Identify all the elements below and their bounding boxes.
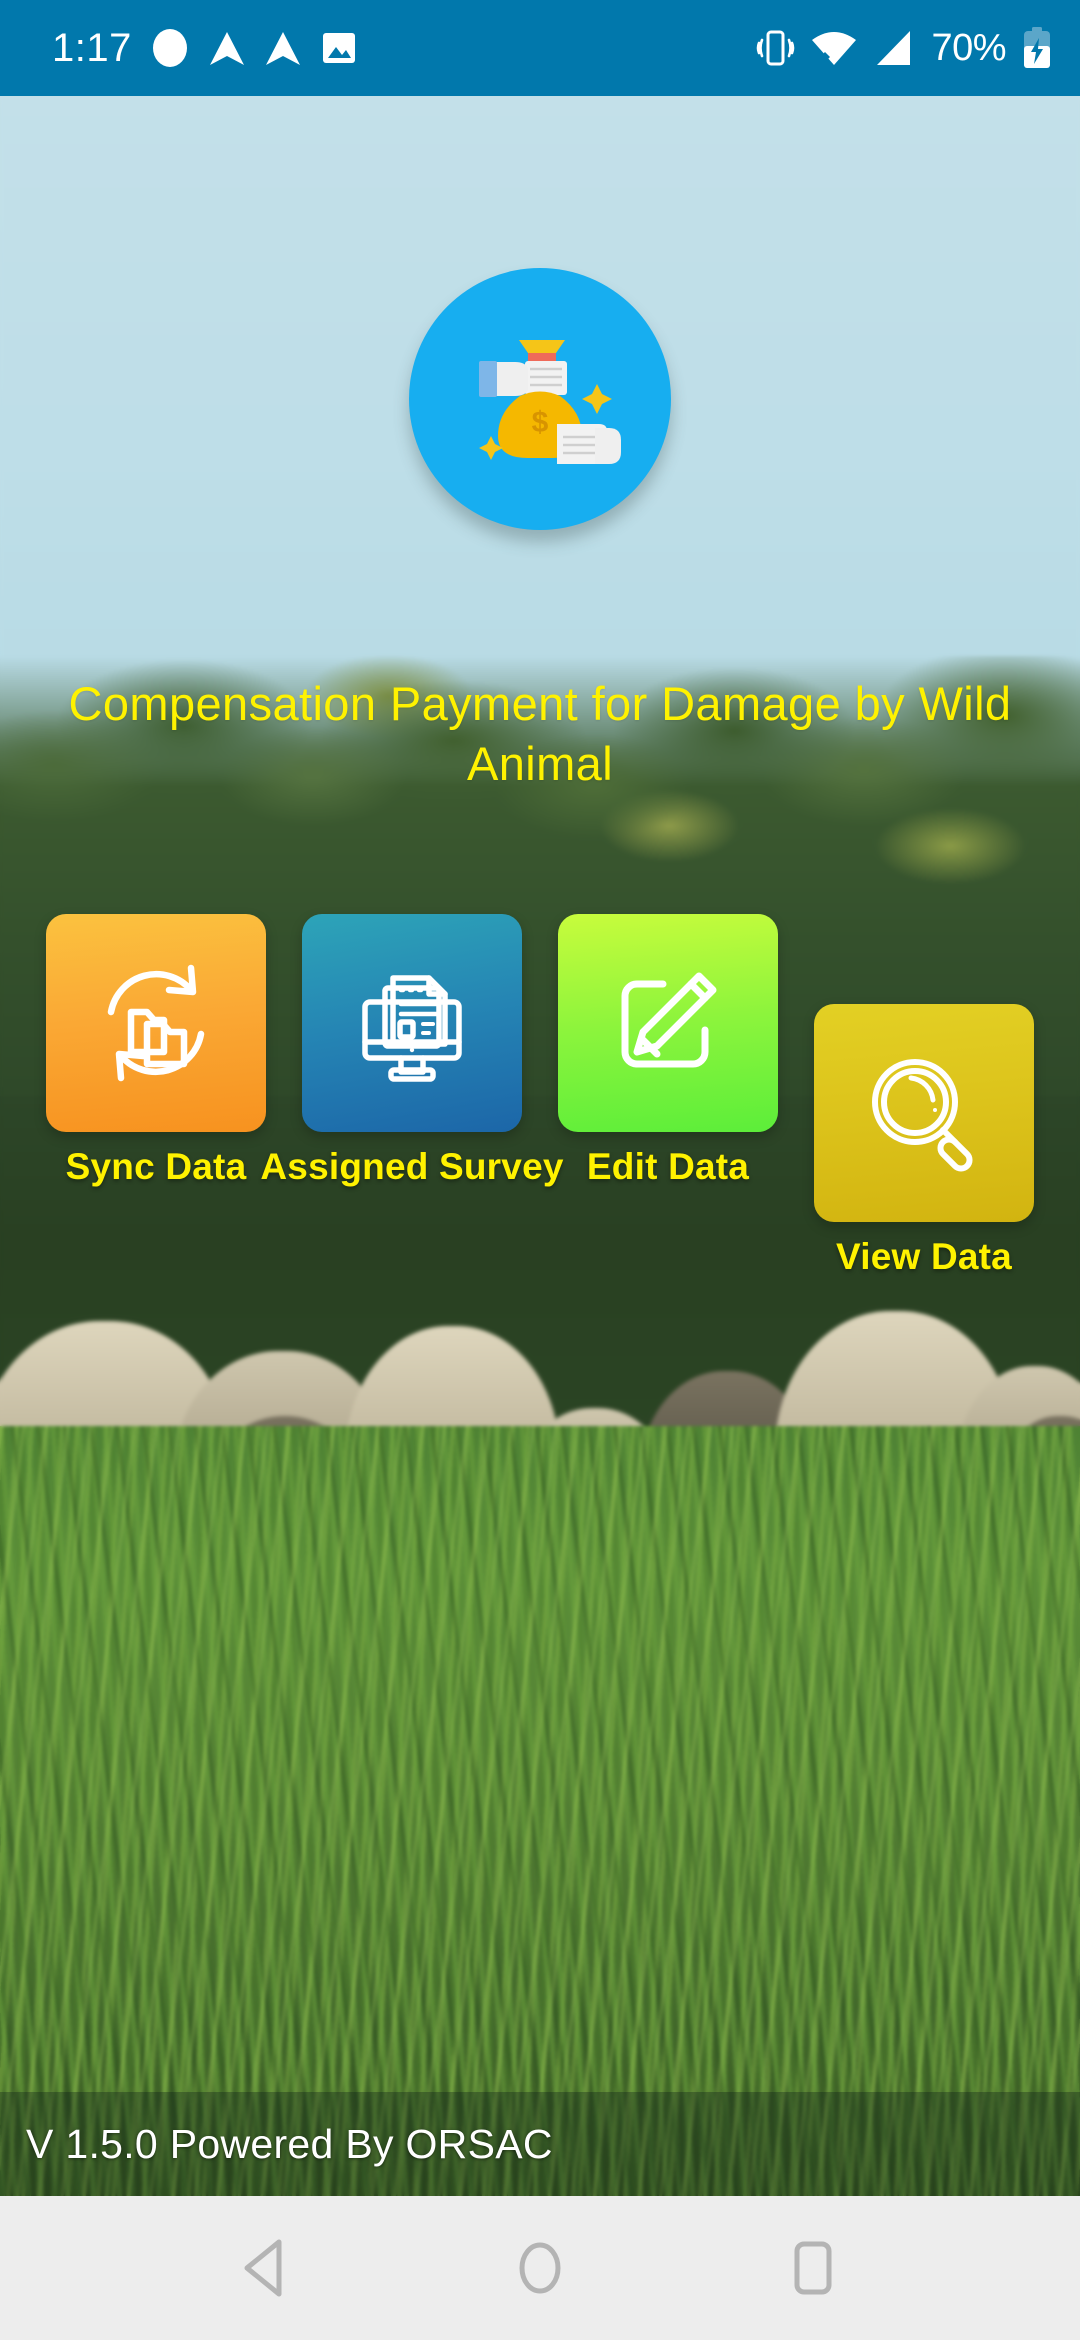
assigned-survey-button[interactable] <box>302 914 522 1132</box>
view-data-button[interactable] <box>814 1004 1034 1222</box>
money-exchange-hands-icon: $ <box>479 340 621 464</box>
status-clock: 1:17 <box>52 26 132 70</box>
edit-data-label: Edit Data <box>586 1146 750 1187</box>
page-title: Compensation Payment for Damage by Wild … <box>68 677 1012 790</box>
circle-home-icon <box>519 2242 561 2294</box>
battery-charging-icon <box>1024 27 1050 68</box>
back-button[interactable] <box>219 2220 315 2316</box>
wifi-icon <box>812 32 857 65</box>
sync-data-label: Sync Data <box>65 1146 247 1187</box>
app-logo: $ <box>409 268 671 530</box>
status-bar-right: 70% <box>755 26 1052 70</box>
vibrate-icon <box>757 30 795 66</box>
status-bar-left: 1:17 <box>52 28 358 68</box>
version-credit-label: V 1.5.0 Powered By ORSAC <box>26 2120 553 2167</box>
tile-cell-view-data: View Data <box>813 1004 1035 1278</box>
pencil-edit-square-icon <box>621 972 717 1068</box>
circle-notification-icon <box>152 29 187 67</box>
square-recents-icon <box>794 2241 832 2295</box>
navigation-arrow-icon <box>209 32 244 65</box>
footer-bar: V 1.5.0 Powered By ORSAC <box>0 2092 1080 2196</box>
tile-cell-sync-data: Sync Data <box>45 914 267 1278</box>
magnifying-glass-icon <box>872 1059 973 1172</box>
app-screen: 1:17 70% $ Compensation Payment for Dama… <box>0 0 1080 2340</box>
cellular-signal-icon <box>877 31 911 65</box>
image-notification-icon <box>322 33 355 63</box>
tile-cell-edit-data: Edit Data <box>557 914 779 1278</box>
tile-cell-assigned-survey: Assigned Survey <box>260 914 563 1278</box>
home-button[interactable] <box>492 2220 588 2316</box>
monitor-document-icon <box>362 975 462 1082</box>
recents-button[interactable] <box>765 2220 861 2316</box>
navigation-arrow-icon <box>265 32 300 65</box>
app-logo-container: $ <box>0 268 1080 530</box>
action-tile-grid: Sync Data Assigned Survey Edit Data View… <box>0 914 1080 1306</box>
sync-data-button[interactable] <box>46 914 266 1132</box>
home-screen-background: $ Compensation Payment for Damage by Wil… <box>0 96 1080 2196</box>
android-navigation-bar <box>0 2196 1080 2340</box>
assigned-survey-label: Assigned Survey <box>260 1146 564 1187</box>
sync-folders-icon <box>107 964 205 1082</box>
svg-text:$: $ <box>532 406 549 439</box>
triangle-back-icon <box>244 2239 282 2297</box>
view-data-label: View Data <box>836 1236 1012 1277</box>
battery-percent-label: 70% <box>931 27 1006 69</box>
home-content: $ Compensation Payment for Damage by Wil… <box>0 96 1080 2196</box>
status-bar: 1:17 70% <box>0 0 1080 96</box>
edit-data-button[interactable] <box>558 914 778 1132</box>
